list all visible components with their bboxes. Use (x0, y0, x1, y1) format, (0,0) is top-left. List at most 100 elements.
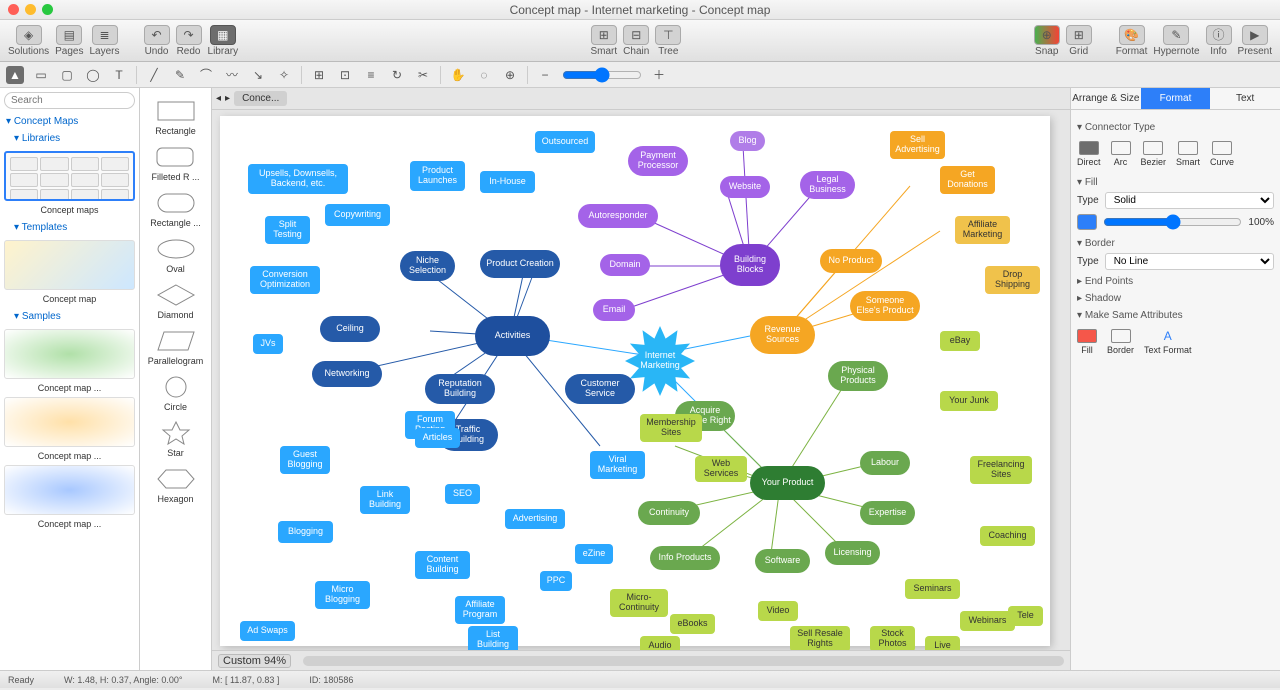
border-type-select[interactable]: No Line (1105, 253, 1274, 270)
smart-button[interactable]: ⊞Smart (591, 25, 618, 57)
node-activities[interactable]: Activities (475, 316, 550, 356)
node-drop-shipping[interactable]: Drop Shipping (985, 266, 1040, 294)
node-outsourced[interactable]: Outsourced (535, 131, 595, 153)
endpoints-header[interactable]: ▸ End Points (1077, 276, 1274, 287)
node-product-launches[interactable]: Product Launches (410, 161, 465, 191)
align-tool-icon[interactable]: ⊞ (310, 66, 328, 84)
node-software[interactable]: Software (755, 549, 810, 573)
node-physical-products[interactable]: Physical Products (828, 361, 888, 391)
node-ezine[interactable]: eZine (575, 544, 613, 564)
shape-oval[interactable]: Oval (154, 236, 198, 274)
makesame-fill[interactable]: Fill (1077, 329, 1097, 355)
node-upsells[interactable]: Upsells, Downsells, Backend, etc. (248, 164, 348, 194)
roundrect-tool-icon[interactable]: ▢ (58, 66, 76, 84)
node-split-testing[interactable]: Split Testing (265, 216, 310, 244)
node-autoresponder[interactable]: Autoresponder (578, 204, 658, 228)
connector-direct[interactable]: Direct (1077, 141, 1101, 167)
node-link-building[interactable]: Link Building (360, 486, 410, 514)
shape-hexagon[interactable]: Hexagon (154, 466, 198, 504)
chain-button[interactable]: ⊟Chain (623, 25, 649, 57)
node-revenue-sources[interactable]: Revenue Sources (750, 316, 815, 354)
layers-button[interactable]: ≣Layers (90, 25, 120, 57)
shape-diamond[interactable]: Diamond (154, 282, 198, 320)
node-no-product[interactable]: No Product (820, 249, 882, 273)
libraries-section[interactable]: ▾ Libraries (0, 130, 139, 147)
makesame-text[interactable]: AText Format (1144, 329, 1192, 355)
node-conversion-opt[interactable]: Conversion Optimization (250, 266, 320, 294)
node-get-donations[interactable]: Get Donations (940, 166, 995, 194)
node-membership[interactable]: Membership Sites (640, 414, 702, 442)
library-button[interactable]: ▦Library (208, 25, 239, 57)
node-ad-swaps[interactable]: Ad Swaps (240, 621, 295, 641)
node-seo[interactable]: SEO (445, 484, 480, 504)
node-email[interactable]: Email (593, 299, 635, 321)
node-payment-processor[interactable]: Payment Processor (628, 146, 688, 176)
node-reputation[interactable]: Reputation Building (425, 374, 495, 404)
present-button[interactable]: ▶Present (1238, 25, 1272, 57)
node-blog[interactable]: Blog (730, 131, 765, 151)
node-coaching[interactable]: Coaching (980, 526, 1035, 546)
node-micro-continuity[interactable]: Micro-Continuity (610, 589, 668, 617)
node-your-product[interactable]: Your Product (750, 466, 825, 500)
node-ebay[interactable]: eBay (940, 331, 980, 351)
node-niche-selection[interactable]: Niche Selection (400, 251, 455, 281)
node-building-blocks[interactable]: Building Blocks (720, 244, 780, 286)
makesame-border[interactable]: Border (1107, 329, 1134, 355)
shape-rectangle[interactable]: Rectangle (154, 98, 198, 136)
text-tool-icon[interactable]: T (110, 66, 128, 84)
samples-section[interactable]: ▾ Samples (0, 308, 139, 325)
node-video[interactable]: Video (758, 601, 798, 621)
node-legal-business[interactable]: Legal Business (800, 171, 855, 199)
arc-tool-icon[interactable]: ⌒ (197, 66, 215, 84)
node-customer-service[interactable]: Customer Service (565, 374, 635, 404)
node-stock-photos[interactable]: Stock Photos (870, 626, 915, 650)
solutions-button[interactable]: ◈Solutions (8, 25, 49, 57)
zoom-slider[interactable] (562, 67, 642, 83)
node-website[interactable]: Website (720, 176, 770, 198)
node-articles[interactable]: Articles (415, 428, 460, 448)
node-audio[interactable]: Audio (640, 636, 680, 650)
node-licensing[interactable]: Licensing (825, 541, 880, 565)
node-ebooks[interactable]: eBooks (670, 614, 715, 634)
nav-fwd-icon[interactable]: ▸ (225, 93, 230, 104)
node-in-house[interactable]: In-House (480, 171, 535, 193)
pointer-tool-icon[interactable]: ▲ (6, 66, 24, 84)
ellipse-tool-icon[interactable]: ◯ (84, 66, 102, 84)
connector-arc[interactable]: Arc (1111, 141, 1131, 167)
shadow-header[interactable]: ▸ Shadow (1077, 293, 1274, 304)
distribute-tool-icon[interactable]: ≡ (362, 66, 380, 84)
zoom-display[interactable]: Custom 94% (218, 654, 291, 668)
pages-button[interactable]: ▤Pages (55, 25, 83, 57)
node-sell-advertising[interactable]: Sell Advertising (890, 131, 945, 159)
undo-button[interactable]: ↶Undo (144, 25, 170, 57)
connector-smart[interactable]: Smart (1176, 141, 1200, 167)
rect-tool-icon[interactable]: ▭ (32, 66, 50, 84)
shape-star[interactable]: Star (154, 420, 198, 458)
zoom-in-icon[interactable]: ＋ (650, 66, 668, 84)
node-your-junk[interactable]: Your Junk (940, 391, 998, 411)
node-content-building[interactable]: Content Building (415, 551, 470, 579)
sample-thumb-2[interactable] (4, 397, 135, 447)
node-list-building[interactable]: List Building (468, 626, 518, 650)
info-button[interactable]: ⓘInfo (1206, 25, 1232, 57)
tab-arrange[interactable]: Arrange & Size (1071, 88, 1141, 109)
shape-parallelogram[interactable]: Parallelogram (148, 328, 204, 366)
node-affiliate-marketing[interactable]: Affiliate Marketing (955, 216, 1010, 244)
hand-tool-icon[interactable]: ✋ (449, 66, 467, 84)
lasso-tool-icon[interactable]: ◌ (475, 66, 493, 84)
line-tool-icon[interactable]: ╱ (145, 66, 163, 84)
node-ppc[interactable]: PPC (540, 571, 572, 591)
rotate-tool-icon[interactable]: ↻ (388, 66, 406, 84)
callout-tool-icon[interactable]: ✧ (275, 66, 293, 84)
node-web-services[interactable]: Web Services (695, 456, 747, 482)
tab-text[interactable]: Text (1210, 88, 1280, 109)
shape-filleted[interactable]: Filleted R ... (151, 144, 199, 182)
node-guest-blogging[interactable]: Guest Blogging (280, 446, 330, 474)
node-freelancing[interactable]: Freelancing Sites (970, 456, 1032, 484)
template-thumb[interactable] (4, 240, 135, 290)
tab-format[interactable]: Format (1141, 88, 1211, 109)
nav-back-icon[interactable]: ◂ (216, 93, 221, 104)
node-affiliate-program[interactable]: Affiliate Program (455, 596, 505, 624)
tree-button[interactable]: ⊤Tree (655, 25, 681, 57)
node-ceiling[interactable]: Ceiling (320, 316, 380, 342)
